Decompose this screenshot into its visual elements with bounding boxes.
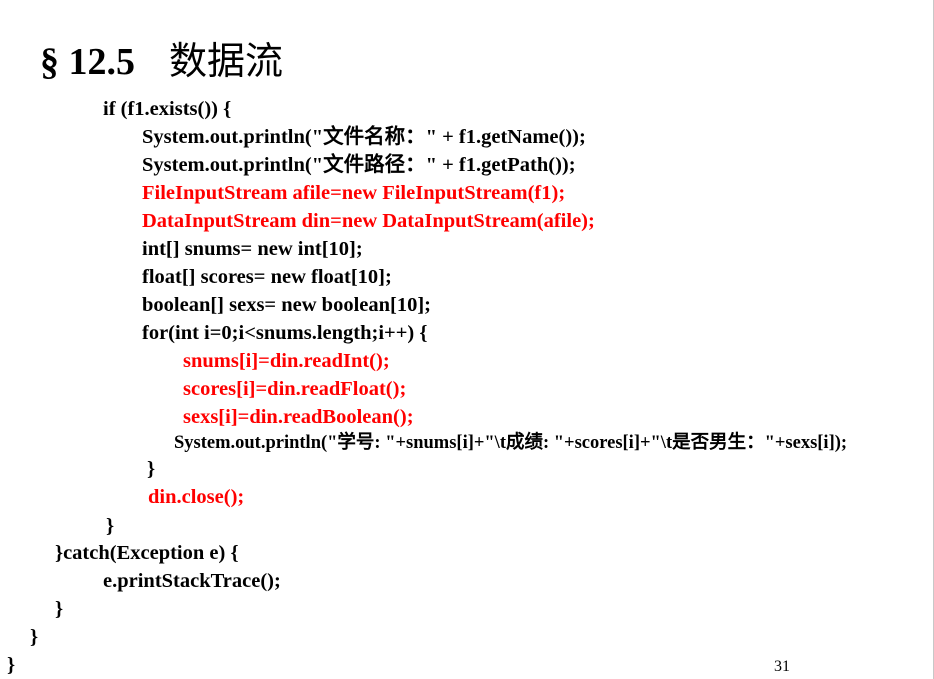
code-line-print-stack-trace: e.printStackTrace(); <box>103 570 281 592</box>
section-number: § 12.5 <box>40 41 135 83</box>
code-line-catch-close-brace: } <box>55 598 64 620</box>
page-number: 31 <box>774 658 790 675</box>
code-line-read-int: snums[i]=din.readInt(); <box>183 350 390 372</box>
code-line-for-loop: for(int i=0;i<snums.length;i++) { <box>142 322 428 344</box>
slide-title: § 12.5 数据流 <box>40 30 283 85</box>
code-line-for-close-brace: } <box>147 458 156 480</box>
code-line-sexs: boolean[] sexs= new boolean[10]; <box>142 294 431 316</box>
code-line-snums: int[] snums= new int[10]; <box>142 238 363 260</box>
code-line-class-close-brace: } <box>7 654 16 676</box>
code-line-scores: float[] scores= new float[10]; <box>142 266 392 288</box>
code-line-print-record: System.out.println("学号: "+snums[i]+"\t成绩… <box>174 433 848 453</box>
section-title: 数据流 <box>169 41 284 83</box>
code-line-if-close-brace: } <box>106 515 115 537</box>
code-line-read-float: scores[i]=din.readFloat(); <box>183 378 407 400</box>
code-line-din-close: din.close(); <box>148 486 245 508</box>
code-line-read-boolean: sexs[i]=din.readBoolean(); <box>183 406 414 428</box>
code-line-catch: }catch(Exception e) { <box>55 542 239 564</box>
slide: § 12.5 数据流 if (f1.exists()) { System.out.… <box>0 0 934 679</box>
code-line-if-exists: if (f1.exists()) { <box>103 98 232 120</box>
code-line-datainputstream: DataInputStream din=new DataInputStream(… <box>142 210 595 232</box>
code-line-print-name: System.out.println("文件名称：" + f1.getName(… <box>142 126 586 148</box>
code-line-method-close-brace: } <box>30 626 39 648</box>
code-line-print-path: System.out.println("文件路径：" + f1.getPath(… <box>142 154 576 176</box>
code-line-fileinputstream: FileInputStream afile=new FileInputStrea… <box>142 182 566 204</box>
